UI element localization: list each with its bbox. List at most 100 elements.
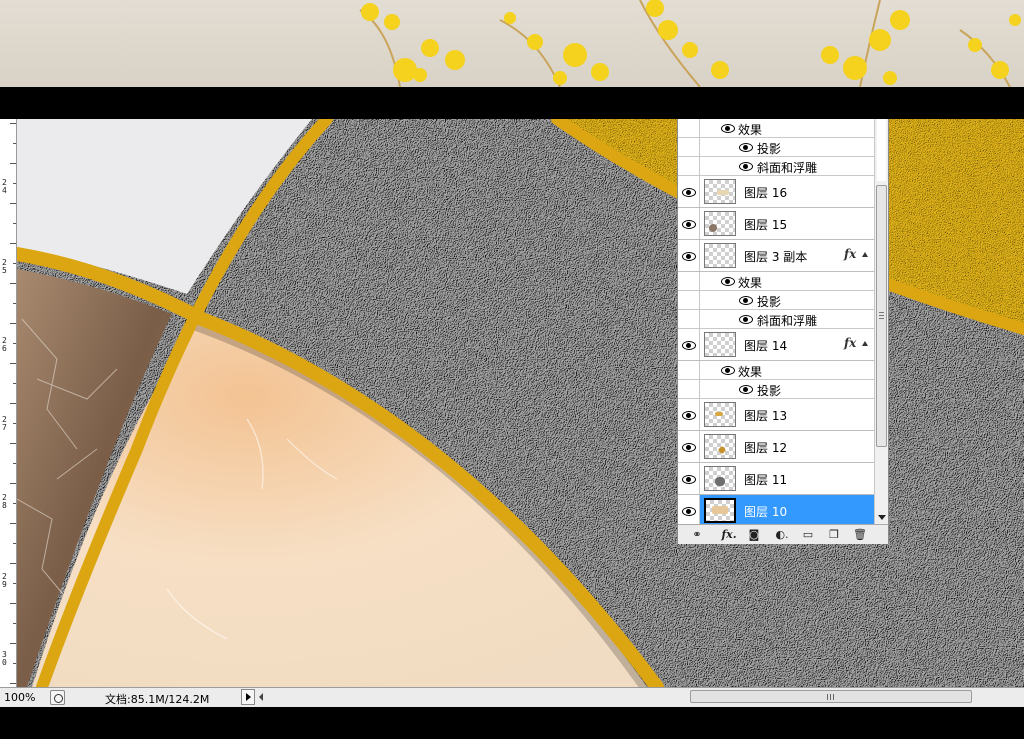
ruler-tick: [10, 643, 16, 644]
visibility-cell[interactable]: [678, 291, 700, 309]
eye-icon[interactable]: [739, 143, 753, 152]
layer-row[interactable]: 图层 14 fx: [678, 329, 874, 361]
visibility-cell[interactable]: [678, 329, 700, 360]
layer-list[interactable]: 效果 投影 斜面和浮雕 图层 16 图层 15 图层 3 副本 fx 效果 投影…: [678, 119, 874, 524]
ruler-tick: [13, 623, 16, 624]
status-menu-arrow-icon[interactable]: [241, 689, 255, 705]
layer-thumbnail[interactable]: [704, 402, 736, 427]
layer-name[interactable]: 图层 14: [744, 337, 787, 354]
grip-line: [833, 694, 834, 700]
layer-name[interactable]: 图层 10: [744, 503, 787, 520]
visibility-cell[interactable]: [678, 361, 700, 379]
eye-icon[interactable]: [721, 366, 735, 375]
horizontal-scroll-thumb[interactable]: [690, 690, 972, 703]
fx-icon[interactable]: fx: [844, 247, 856, 261]
eye-icon[interactable]: [682, 220, 696, 229]
scroll-track[interactable]: [877, 119, 886, 181]
layer-thumbnail[interactable]: [704, 211, 736, 236]
ruler-tick: [13, 383, 16, 384]
ruler-tick: [13, 543, 16, 544]
collapse-effects-icon[interactable]: [862, 341, 868, 346]
layer-row-selected[interactable]: 图层 10: [678, 495, 874, 524]
visibility-cell[interactable]: [678, 380, 700, 398]
effect-row[interactable]: 投影: [678, 138, 874, 157]
eye-icon[interactable]: [739, 296, 753, 305]
layer-thumbnail[interactable]: [704, 498, 736, 523]
add-style-button[interactable]: fx.: [718, 527, 740, 542]
eye-icon[interactable]: [721, 277, 735, 286]
layers-scrollbar[interactable]: [874, 119, 888, 524]
eye-icon[interactable]: [682, 411, 696, 420]
visibility-cell[interactable]: [678, 495, 700, 524]
layer-name[interactable]: 图层 16: [744, 184, 787, 201]
layer-row[interactable]: 图层 15: [678, 208, 874, 240]
layer-row[interactable]: 图层 16: [678, 176, 874, 208]
zoom-level[interactable]: 100%: [4, 691, 35, 704]
vertical-ruler[interactable]: 2 4 2 5 2 6 2 7 2 8 2 9 3 0: [0, 119, 17, 687]
layer-row[interactable]: 图层 13: [678, 399, 874, 431]
effect-row[interactable]: 投影: [678, 291, 874, 310]
layer-thumbnail[interactable]: [704, 332, 736, 357]
eye-icon[interactable]: [682, 188, 696, 197]
eye-icon[interactable]: [682, 443, 696, 452]
delete-layer-button[interactable]: 🗑: [852, 527, 868, 542]
visibility-cell[interactable]: [678, 310, 700, 328]
eye-icon[interactable]: [682, 252, 696, 261]
effect-row[interactable]: 斜面和浮雕: [678, 157, 874, 176]
visibility-cell[interactable]: [678, 431, 700, 462]
eye-icon[interactable]: [739, 385, 753, 394]
effect-row[interactable]: 斜面和浮雕: [678, 310, 874, 329]
visibility-cell[interactable]: [678, 272, 700, 290]
new-group-button[interactable]: ▭: [800, 527, 816, 542]
ruler-tick: [10, 443, 16, 444]
layer-row[interactable]: 图层 11: [678, 463, 874, 495]
status-bar: 100% 文档:85.1M/124.2M: [0, 687, 1024, 707]
layer-row[interactable]: 图层 12: [678, 431, 874, 463]
eye-icon[interactable]: [682, 507, 696, 516]
thumbnail-content: [715, 477, 725, 486]
eye-icon[interactable]: [682, 475, 696, 484]
layer-name[interactable]: 图层 12: [744, 439, 787, 456]
ruler-label: 2 5: [2, 258, 7, 275]
new-layer-button[interactable]: ❐: [826, 527, 842, 542]
fx-icon[interactable]: fx: [844, 336, 856, 350]
eye-icon[interactable]: [739, 162, 753, 171]
eye-icon[interactable]: [721, 124, 735, 133]
eye-icon[interactable]: [739, 315, 753, 324]
ruler-tick: [13, 503, 16, 504]
layer-name[interactable]: 图层 13: [744, 407, 787, 424]
layer-name[interactable]: 图层 11: [744, 471, 787, 488]
layer-name[interactable]: 图层 15: [744, 216, 787, 233]
effect-row[interactable]: 效果: [678, 272, 874, 291]
scroll-left-arrow-icon[interactable]: [259, 693, 263, 701]
layer-thumbnail[interactable]: [704, 243, 736, 268]
layer-row[interactable]: 图层 3 副本 fx: [678, 240, 874, 272]
layer-name[interactable]: 图层 3 副本: [744, 248, 807, 265]
ruler-tick: [10, 243, 16, 244]
visibility-cell[interactable]: [678, 157, 700, 175]
visibility-cell[interactable]: [678, 119, 700, 137]
visibility-cell[interactable]: [678, 240, 700, 271]
link-layers-button[interactable]: ⚭: [688, 527, 706, 542]
status-info-icon[interactable]: [50, 690, 65, 705]
ruler-tick: [10, 363, 16, 364]
collapse-effects-icon[interactable]: [862, 252, 868, 257]
effect-label: 投影: [757, 384, 782, 398]
eye-icon[interactable]: [682, 341, 696, 350]
visibility-cell[interactable]: [678, 208, 700, 239]
layer-thumbnail[interactable]: [704, 179, 736, 204]
layer-thumbnail[interactable]: [704, 434, 736, 459]
effect-row[interactable]: 效果: [678, 119, 874, 138]
visibility-cell[interactable]: [678, 463, 700, 494]
effect-row[interactable]: 投影: [678, 380, 874, 399]
effect-row[interactable]: 效果: [678, 361, 874, 380]
grip-line: [879, 318, 884, 319]
scroll-thumb[interactable]: [876, 185, 887, 447]
layer-thumbnail[interactable]: [704, 466, 736, 491]
add-mask-button[interactable]: ◙: [746, 527, 762, 542]
adjustment-layer-button[interactable]: ◐.: [772, 527, 792, 542]
visibility-cell[interactable]: [678, 399, 700, 430]
visibility-cell[interactable]: [678, 176, 700, 207]
visibility-cell[interactable]: [678, 138, 700, 156]
scroll-down-arrow-icon[interactable]: [878, 515, 886, 520]
